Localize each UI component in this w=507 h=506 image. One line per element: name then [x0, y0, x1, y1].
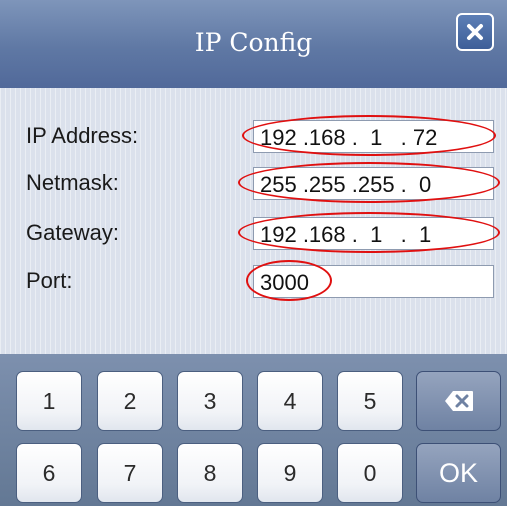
- numeric-keypad: 1 2 3 4 5 6 7 8 9 0 OK: [0, 354, 507, 506]
- ip-address-row: IP Address: 192 .168 . 1 . 72: [0, 115, 507, 156]
- key-4[interactable]: 4: [257, 371, 323, 431]
- key-0[interactable]: 0: [337, 443, 403, 503]
- key-3[interactable]: 3: [177, 371, 243, 431]
- ip-address-label: IP Address:: [26, 123, 139, 148]
- key-2[interactable]: 2: [97, 371, 163, 431]
- close-button[interactable]: [456, 13, 494, 51]
- gateway-row: Gateway: 192 .168 . 1 . 1: [0, 212, 507, 253]
- key-label: 4: [283, 387, 297, 414]
- ip-config-dialog: IP Config IP Address: 192 .168 . 1 . 72 …: [0, 0, 507, 506]
- key-label: 2: [123, 387, 137, 414]
- key-8[interactable]: 8: [177, 443, 243, 503]
- key-5[interactable]: 5: [337, 371, 403, 431]
- port-label: Port:: [26, 268, 73, 293]
- key-label: 5: [363, 387, 377, 414]
- annotation-circle: [238, 162, 500, 203]
- backspace-icon: [444, 391, 473, 411]
- ok-button[interactable]: OK: [416, 443, 501, 503]
- close-icon: [467, 24, 483, 40]
- key-label: 7: [123, 459, 137, 486]
- key-6[interactable]: 6: [16, 443, 82, 503]
- key-9[interactable]: 9: [257, 443, 323, 503]
- annotation-circle: [246, 260, 332, 301]
- backspace-button[interactable]: [416, 371, 501, 431]
- key-label: 3: [203, 387, 217, 414]
- gateway-label: Gateway:: [26, 220, 119, 245]
- key-label: 6: [42, 459, 56, 486]
- key-1[interactable]: 1: [16, 371, 82, 431]
- key-7[interactable]: 7: [97, 443, 163, 503]
- ok-label: OK: [438, 457, 478, 488]
- key-label: 9: [283, 459, 297, 486]
- netmask-label: Netmask:: [26, 170, 119, 195]
- key-label: 1: [42, 387, 56, 414]
- annotation-circle: [238, 212, 500, 253]
- form-area: IP Address: 192 .168 . 1 . 72 Netmask: 2…: [0, 88, 507, 354]
- key-label: 0: [363, 459, 377, 486]
- netmask-row: Netmask: 255 .255 .255 . 0: [0, 162, 507, 203]
- dialog-title: IP Config: [194, 28, 313, 57]
- key-label: 8: [203, 459, 217, 486]
- port-row: Port: 3000: [0, 260, 507, 301]
- annotation-circle: [242, 115, 496, 156]
- title-bar: IP Config: [0, 0, 507, 88]
